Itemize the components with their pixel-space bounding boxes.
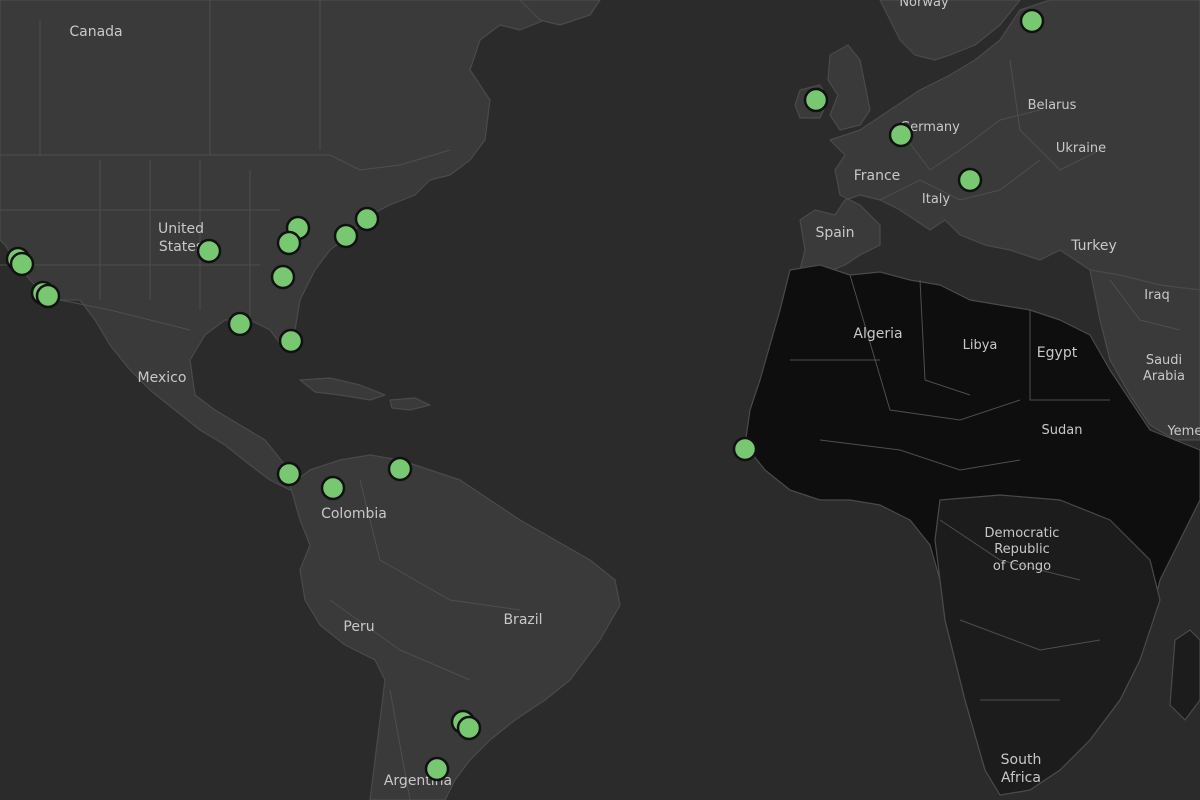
label-algeria: Algeria bbox=[853, 326, 902, 342]
label-colombia: Colombia bbox=[321, 506, 387, 522]
location-marker[interactable] bbox=[320, 475, 346, 501]
location-marker[interactable] bbox=[9, 251, 35, 277]
label-united-states-2: States bbox=[159, 239, 203, 255]
location-marker[interactable] bbox=[333, 223, 359, 249]
location-marker[interactable] bbox=[196, 238, 222, 264]
label-turkey: Turkey bbox=[1070, 238, 1117, 254]
label-saudi-2: Arabia bbox=[1143, 369, 1185, 384]
label-saudi-1: Saudi bbox=[1146, 353, 1182, 368]
label-united-states-1: United bbox=[158, 221, 204, 237]
map-view[interactable]: Canada United States Mexico Colombia Per… bbox=[0, 0, 1200, 800]
label-norway: Norway bbox=[899, 0, 949, 10]
label-egypt: Egypt bbox=[1037, 345, 1078, 361]
location-marker[interactable] bbox=[888, 122, 914, 148]
location-marker[interactable] bbox=[227, 311, 253, 337]
label-south-africa-2: Africa bbox=[1001, 770, 1041, 786]
location-marker[interactable] bbox=[732, 436, 758, 462]
label-canada: Canada bbox=[69, 24, 122, 40]
location-marker[interactable] bbox=[387, 456, 413, 482]
label-iraq: Iraq bbox=[1144, 288, 1169, 303]
location-marker[interactable] bbox=[803, 87, 829, 113]
label-libya: Libya bbox=[963, 338, 998, 353]
location-marker[interactable] bbox=[276, 230, 302, 256]
location-marker[interactable] bbox=[456, 715, 482, 741]
label-belarus: Belarus bbox=[1028, 98, 1077, 113]
label-brazil: Brazil bbox=[503, 612, 542, 628]
label-drc-2: Republic bbox=[994, 542, 1050, 557]
location-marker[interactable] bbox=[278, 328, 304, 354]
label-ukraine: Ukraine bbox=[1056, 141, 1106, 156]
location-marker[interactable] bbox=[276, 461, 302, 487]
label-spain: Spain bbox=[815, 225, 854, 241]
label-mexico: Mexico bbox=[138, 370, 187, 386]
location-marker[interactable] bbox=[1019, 8, 1045, 34]
label-italy: Italy bbox=[922, 192, 951, 207]
label-drc-1: Democratic bbox=[985, 526, 1060, 541]
location-marker[interactable] bbox=[354, 206, 380, 232]
label-south-africa-1: South bbox=[1001, 752, 1042, 768]
map-canvas[interactable]: Canada United States Mexico Colombia Per… bbox=[0, 0, 1200, 800]
location-marker[interactable] bbox=[957, 167, 983, 193]
label-drc-3: of Congo bbox=[993, 559, 1051, 574]
label-france: France bbox=[854, 168, 901, 184]
location-marker[interactable] bbox=[35, 283, 61, 309]
label-sudan: Sudan bbox=[1042, 423, 1083, 438]
label-peru: Peru bbox=[343, 619, 374, 635]
madagascar-landmass bbox=[1169, 629, 1200, 721]
label-yemen: Yemen bbox=[1166, 424, 1200, 439]
location-marker[interactable] bbox=[270, 264, 296, 290]
location-marker[interactable] bbox=[424, 756, 450, 782]
